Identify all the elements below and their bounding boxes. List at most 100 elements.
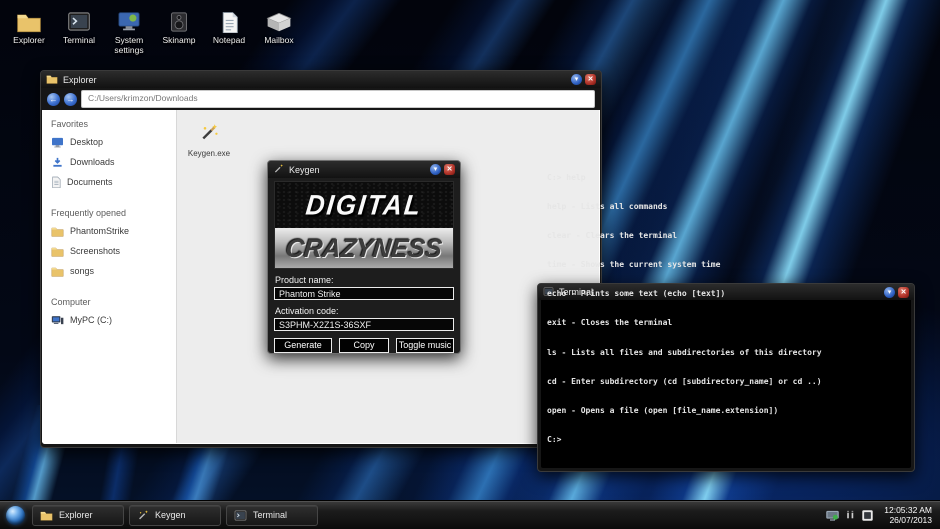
logo-text-crazyness: CRAZYNESS xyxy=(284,233,443,263)
activation-code-input[interactable] xyxy=(274,318,454,331)
explorer-titlebar[interactable]: Explorer ▾ ✕ xyxy=(41,71,601,88)
system-settings-icon xyxy=(103,10,155,34)
desktop-icon-mailbox[interactable]: Mailbox xyxy=(253,10,305,46)
generate-button[interactable]: Generate xyxy=(274,338,332,353)
sidebar-item-label: PhantomStrike xyxy=(70,226,129,236)
sidebar-item-label: MyPC (C:) xyxy=(70,315,112,325)
taskbar-button-terminal[interactable]: Terminal xyxy=(226,505,318,526)
desktop-icon-notepad[interactable]: Notepad xyxy=(203,10,255,46)
desktop-icon-label: System settings xyxy=(103,36,155,55)
close-button[interactable]: ✕ xyxy=(444,164,455,175)
forward-button[interactable]: → xyxy=(64,93,77,106)
terminal-line: echo - Prints some text (echo [text]) xyxy=(547,289,907,299)
terminal-line: ls - Lists all files and subdirectories … xyxy=(547,348,907,358)
address-input[interactable]: C:/Users/krimzon/Downloads xyxy=(81,90,595,108)
sidebar-item-screenshots[interactable]: Screenshots xyxy=(42,241,176,261)
computer-icon xyxy=(51,315,64,326)
desktop-icon-label: Terminal xyxy=(53,36,105,46)
square-indicator-icon[interactable] xyxy=(861,509,874,522)
file-label: Keygen.exe xyxy=(181,149,237,158)
terminal-prompt: C:> xyxy=(547,435,907,445)
volume-bars-icon[interactable] xyxy=(845,509,856,521)
terminal-line: C:> help xyxy=(547,173,907,183)
terminal-icon xyxy=(234,510,247,521)
logo-text-digital: DIGITAL xyxy=(304,188,424,221)
terminal-line: clear - Clears the terminal xyxy=(547,231,907,241)
terminal-window: Terminal ▾ ✕ C:> help help - Lists all c… xyxy=(537,283,915,472)
taskbar: Explorer Keygen Terminal 12:05:32 AM 26/… xyxy=(0,500,940,529)
activation-code-label: Activation code: xyxy=(275,306,453,316)
keygen-window: Keygen ▾ ✕ DIGITAL CRAZYNESS Product nam… xyxy=(267,160,461,354)
explorer-sidebar: Favorites Desktop Downloads Documents Fr… xyxy=(42,110,176,444)
mailbox-icon xyxy=(253,10,305,34)
desktop-icon-label: Notepad xyxy=(203,36,255,46)
wand-icon xyxy=(197,122,221,142)
clock-time: 12:05:32 AM xyxy=(884,505,932,515)
taskbar-button-label: Keygen xyxy=(155,510,186,520)
sidebar-item-mypc[interactable]: MyPC (C:) xyxy=(42,310,176,330)
sidebar-item-label: Documents xyxy=(67,177,113,187)
sidebar-item-phantomstrike[interactable]: PhantomStrike xyxy=(42,221,176,241)
taskbar-button-explorer[interactable]: Explorer xyxy=(32,505,124,526)
sidebar-item-songs[interactable]: songs xyxy=(42,261,176,281)
sidebar-item-desktop[interactable]: Desktop xyxy=(42,132,176,152)
desktop-icon-skinamp[interactable]: Skinamp xyxy=(153,10,205,46)
system-tray: 12:05:32 AM 26/07/2013 xyxy=(825,505,934,525)
desktop-icon-terminal[interactable]: Terminal xyxy=(53,10,105,46)
desktop: Explorer Terminal System settings Skinam… xyxy=(0,0,940,529)
folder-icon xyxy=(51,246,64,257)
wand-icon xyxy=(137,509,149,521)
terminal-line: help - Lists all commands xyxy=(547,202,907,212)
folder-icon xyxy=(51,266,64,277)
document-icon xyxy=(51,176,61,188)
sidebar-item-label: songs xyxy=(70,266,94,276)
sidebar-item-label: Desktop xyxy=(70,137,103,147)
monitor-icon[interactable] xyxy=(825,509,840,522)
toggle-music-button[interactable]: Toggle music xyxy=(396,338,454,353)
folder-icon xyxy=(51,226,64,237)
folder-icon xyxy=(46,71,58,89)
terminal-output: C:> help help - Lists all commands clear… xyxy=(547,154,907,465)
desktop-icon-label: Mailbox xyxy=(253,36,305,46)
file-keygen-exe[interactable]: Keygen.exe xyxy=(181,122,237,158)
taskbar-button-label: Explorer xyxy=(59,510,93,520)
product-name-input[interactable] xyxy=(274,287,454,300)
terminal-line: time - Shows the current system time xyxy=(547,260,907,270)
sidebar-item-documents[interactable]: Documents xyxy=(42,172,176,192)
desktop-icon-label: Skinamp xyxy=(153,36,205,46)
sidebar-section-header: Favorites xyxy=(42,116,176,132)
taskbar-button-keygen[interactable]: Keygen xyxy=(129,505,221,526)
terminal-line: open - Opens a file (open [file_name.ext… xyxy=(547,406,907,416)
terminal-line: exit - Closes the terminal xyxy=(547,318,907,328)
desktop-icon-label: Explorer xyxy=(3,36,55,46)
download-icon xyxy=(51,157,64,168)
back-button[interactable]: ← xyxy=(47,93,60,106)
minimize-button[interactable]: ▾ xyxy=(430,164,441,175)
desktop-icon-explorer[interactable]: Explorer xyxy=(3,10,55,46)
minimize-button[interactable]: ▾ xyxy=(571,74,582,85)
desktop-icon xyxy=(51,137,64,148)
sidebar-item-downloads[interactable]: Downloads xyxy=(42,152,176,172)
window-title: Keygen xyxy=(289,165,425,175)
product-name-label: Product name: xyxy=(275,275,453,285)
folder-icon xyxy=(3,10,55,34)
start-button[interactable] xyxy=(6,506,25,525)
sidebar-item-label: Downloads xyxy=(70,157,115,167)
folder-icon xyxy=(40,510,53,521)
terminal-icon xyxy=(53,10,105,34)
clock-date: 26/07/2013 xyxy=(884,515,932,525)
keygen-logo: DIGITAL CRAZYNESS xyxy=(274,181,454,269)
sidebar-section-header: Computer xyxy=(42,294,176,310)
sidebar-item-label: Screenshots xyxy=(70,246,120,256)
explorer-address-row: ← → C:/Users/krimzon/Downloads xyxy=(41,88,601,110)
desktop-icon-system-settings[interactable]: System settings xyxy=(103,10,155,55)
taskbar-button-label: Terminal xyxy=(253,510,287,520)
keygen-titlebar[interactable]: Keygen ▾ ✕ xyxy=(268,161,460,178)
sidebar-section-header: Frequently opened xyxy=(42,205,176,221)
copy-button[interactable]: Copy xyxy=(339,338,389,353)
window-title: Explorer xyxy=(63,75,566,85)
clock: 12:05:32 AM 26/07/2013 xyxy=(884,505,932,525)
wand-icon xyxy=(273,161,284,179)
terminal-screen[interactable]: C:> help help - Lists all commands clear… xyxy=(541,300,911,468)
close-button[interactable]: ✕ xyxy=(585,74,596,85)
